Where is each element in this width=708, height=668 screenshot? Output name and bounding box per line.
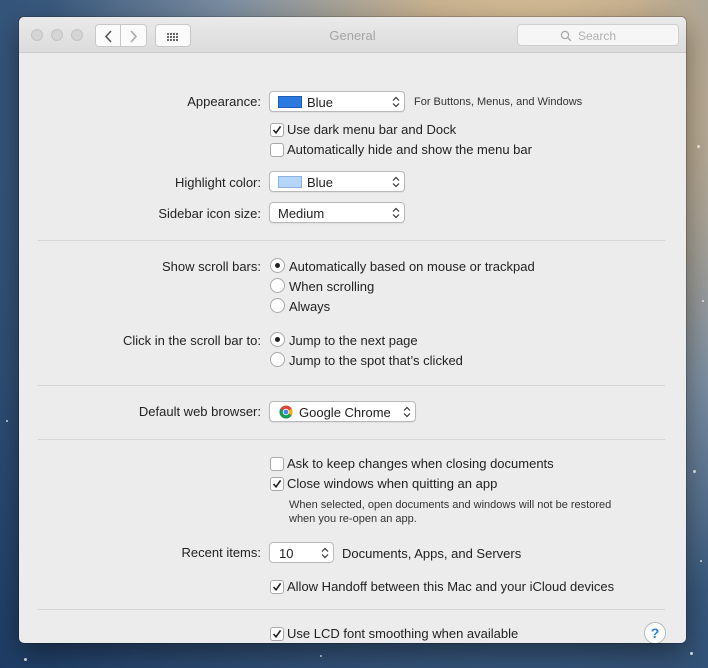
autohide-menu-checkbox[interactable] — [270, 143, 284, 157]
appearance-value: Blue — [307, 95, 334, 110]
sidebar-icon-popup[interactable]: Medium — [269, 202, 405, 223]
browser-value: Google Chrome — [299, 405, 391, 420]
appearance-swatch — [278, 96, 302, 108]
help-button[interactable]: ? — [644, 622, 666, 643]
close-windows-label[interactable]: Close windows when quitting an app — [287, 476, 497, 491]
recent-items-value: 10 — [279, 546, 294, 561]
recent-items-suffix: Documents, Apps, and Servers — [342, 546, 522, 561]
desktop-star — [697, 145, 700, 148]
ask-keep-checkbox[interactable] — [270, 457, 284, 471]
search-placeholder: Search — [578, 29, 617, 43]
desktop-star — [6, 420, 8, 422]
scroll-always-radio[interactable] — [270, 298, 285, 313]
browser-label: Default web browser: — [138, 404, 261, 419]
scroll-always-label[interactable]: Always — [289, 299, 330, 314]
desktop-star — [320, 655, 322, 657]
desktop-star — [693, 470, 696, 473]
desktop-star — [690, 652, 693, 655]
checkmark-icon — [272, 629, 282, 639]
popup-arrows-icon — [392, 96, 400, 108]
appearance-popup[interactable]: Blue — [269, 91, 405, 112]
scroll-when-scrolling-label[interactable]: When scrolling — [289, 279, 374, 294]
close-windows-checkbox[interactable] — [270, 477, 284, 491]
appearance-label: Appearance: — [187, 94, 261, 109]
search-field[interactable]: Search — [517, 24, 679, 46]
jump-next-page-radio[interactable] — [270, 332, 285, 347]
appearance-suffix: For Buttons, Menus, and Windows — [414, 96, 583, 108]
scroll-auto-label[interactable]: Automatically based on mouse or trackpad — [289, 259, 535, 274]
lcd-smoothing-checkbox[interactable] — [270, 627, 284, 641]
jump-to-spot-label[interactable]: Jump to the spot that’s clicked — [289, 353, 463, 368]
handoff-checkbox[interactable] — [270, 580, 284, 594]
separator — [38, 385, 665, 386]
chrome-icon — [279, 405, 293, 419]
recent-items-popup[interactable]: 10 — [269, 542, 334, 563]
click-scroll-label: Click in the scroll bar to: — [123, 333, 261, 348]
jump-to-spot-radio[interactable] — [270, 352, 285, 367]
checkmark-icon — [272, 582, 282, 592]
desktop-star — [700, 560, 702, 562]
dark-menu-checkbox[interactable] — [270, 123, 284, 137]
sidebar-icon-label: Sidebar icon size: — [158, 206, 261, 221]
highlight-swatch — [278, 176, 302, 188]
title-bar: General Search — [19, 17, 686, 53]
separator — [38, 240, 665, 241]
highlight-label: Highlight color: — [175, 175, 261, 190]
scroll-when-scrolling-radio[interactable] — [270, 278, 285, 293]
popup-arrows-icon — [321, 547, 329, 559]
preferences-window: General Search Appearance: Blue For Butt… — [19, 17, 686, 643]
scroll-bars-label: Show scroll bars: — [162, 259, 261, 274]
handoff-label[interactable]: Allow Handoff between this Mac and your … — [287, 579, 614, 594]
desktop-star — [24, 658, 27, 661]
jump-next-page-label[interactable]: Jump to the next page — [289, 333, 418, 348]
checkmark-icon — [272, 125, 282, 135]
desktop-star — [702, 300, 704, 302]
popup-arrows-icon — [403, 406, 411, 418]
lcd-smoothing-label[interactable]: Use LCD font smoothing when available — [287, 626, 518, 641]
scroll-auto-radio[interactable] — [270, 258, 285, 273]
close-windows-note-2: when you re-open an app. — [289, 513, 417, 525]
highlight-value: Blue — [307, 175, 334, 190]
separator — [38, 609, 665, 610]
ask-keep-label[interactable]: Ask to keep changes when closing documen… — [287, 456, 554, 471]
general-pane: Appearance: Blue For Buttons, Menus, and… — [19, 54, 686, 643]
close-windows-note-1: When selected, open documents and window… — [289, 499, 612, 511]
popup-arrows-icon — [392, 176, 400, 188]
sidebar-icon-value: Medium — [278, 206, 325, 221]
dark-menu-label[interactable]: Use dark menu bar and Dock — [287, 122, 456, 137]
separator — [38, 439, 665, 440]
recent-items-label: Recent items: — [181, 545, 261, 560]
browser-popup[interactable]: Google Chrome — [269, 401, 416, 422]
checkmark-icon — [272, 479, 282, 489]
search-icon — [560, 30, 572, 42]
highlight-popup[interactable]: Blue — [269, 171, 405, 192]
autohide-menu-label[interactable]: Automatically hide and show the menu bar — [287, 142, 532, 157]
popup-arrows-icon — [392, 207, 400, 219]
